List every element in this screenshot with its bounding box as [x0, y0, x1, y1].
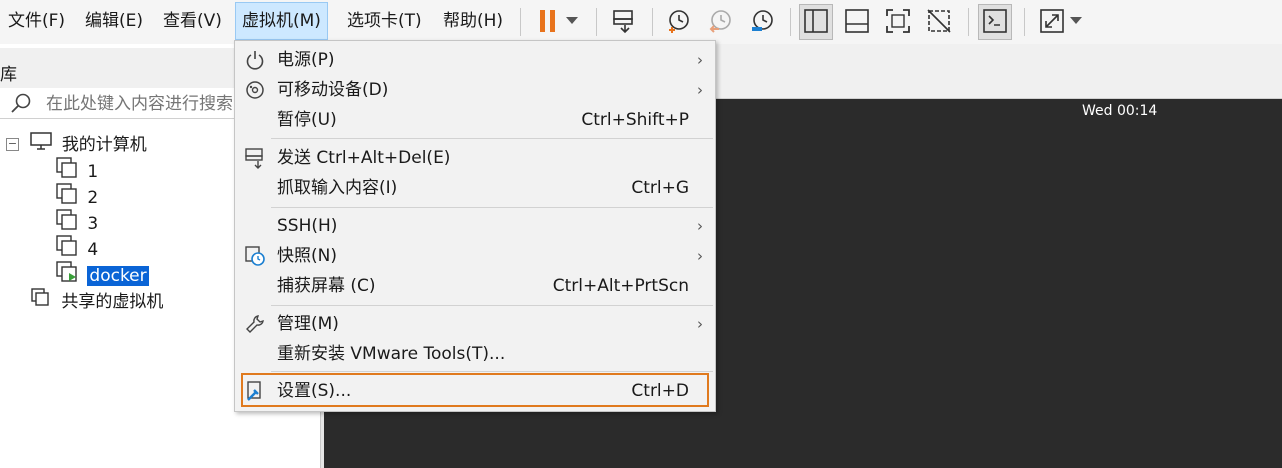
menu-separator: [271, 305, 713, 306]
settings-icon: [243, 379, 267, 403]
toolbar-separator: [596, 8, 597, 36]
menu-item-label: 抓取输入内容(I): [277, 178, 398, 198]
removable-device-icon: [243, 78, 267, 102]
tree-label: 我的计算机: [61, 134, 147, 155]
menu-item-removable-devices[interactable]: 可移动设备(D) ›: [235, 75, 715, 105]
menu-item-reinstall-vmware-tools[interactable]: 重新安装 VMware Tools(T)...: [235, 339, 715, 369]
pause-icon[interactable]: [534, 7, 562, 35]
submenu-arrow-icon: ›: [697, 51, 703, 69]
library-view-icon[interactable]: [802, 7, 830, 35]
menu-separator: [271, 138, 713, 139]
menu-item-label: 暂停(U): [277, 110, 337, 130]
menu-item-label: 快照(N): [277, 246, 337, 266]
vm-icon: [56, 157, 78, 186]
submenu-arrow-icon: ›: [697, 217, 703, 235]
menu-item-snapshot[interactable]: 快照(N) ›: [235, 241, 715, 271]
send-keys-icon: [243, 146, 267, 170]
send-ctrl-alt-del-icon[interactable]: [610, 7, 638, 35]
tree-item-vm-docker[interactable]: docker: [56, 261, 149, 286]
menu-item-power[interactable]: 电源(P) ›: [235, 45, 715, 75]
menu-item-send-ctrl-alt-del[interactable]: 发送 Ctrl+Alt+Del(E): [235, 143, 715, 173]
tree-label: 2: [87, 187, 99, 208]
tree-item-vm-1[interactable]: 1: [56, 157, 99, 182]
menu-file[interactable]: 文件(F): [2, 2, 71, 40]
submenu-arrow-icon: ›: [697, 81, 703, 99]
search-icon: [10, 92, 32, 119]
menu-item-label: 发送 Ctrl+Alt+Del(E): [277, 148, 451, 168]
unity-icon[interactable]: [925, 7, 953, 35]
tree-item-vm-4[interactable]: 4: [56, 235, 99, 260]
snapshot-revert-icon[interactable]: [706, 7, 734, 35]
computer-icon: [30, 132, 53, 157]
tree-label-selected: docker: [87, 265, 149, 286]
snapshot-take-icon[interactable]: [664, 7, 692, 35]
vm-icon: [56, 209, 78, 238]
collapse-icon[interactable]: −: [6, 138, 19, 151]
snapshot-manager-icon[interactable]: [748, 7, 776, 35]
toolbar-separator: [520, 8, 521, 36]
tree-label: 4: [87, 239, 99, 260]
menu-separator: [271, 207, 713, 208]
vm-clock: Wed 00:14: [1082, 103, 1158, 119]
tree-item-shared-vms[interactable]: 共享的虚拟机: [30, 287, 164, 312]
menu-tabs[interactable]: 选项卡(T): [341, 2, 428, 40]
menu-edit[interactable]: 编辑(E): [79, 2, 149, 40]
menu-item-label: 可移动设备(D): [277, 80, 389, 100]
menu-item-label: 重新安装 VMware Tools(T)...: [277, 344, 506, 364]
shared-vm-icon: [30, 287, 52, 316]
menu-item-shortcut: Ctrl+D: [631, 381, 689, 401]
tree-item-vm-2[interactable]: 2: [56, 183, 99, 208]
vm-menu-dropdown: 电源(P) › 可移动设备(D) › 暂停(U) Ctrl+Shift+P 发送…: [234, 40, 716, 412]
menu-item-label: 电源(P): [277, 50, 335, 70]
dropdown-arrow-icon[interactable]: [562, 7, 582, 35]
menu-item-manage[interactable]: 管理(M) ›: [235, 309, 715, 339]
menu-separator: [271, 371, 713, 372]
vm-icon: [56, 235, 78, 264]
menu-view[interactable]: 查看(V): [157, 2, 228, 40]
power-icon: [243, 48, 267, 72]
tree-item-my-computer[interactable]: − 我的计算机: [6, 132, 147, 156]
toolbar-separator: [790, 8, 791, 36]
thumbnail-bar-icon[interactable]: [843, 7, 871, 35]
wrench-icon: [243, 312, 267, 336]
menu-help[interactable]: 帮助(H): [437, 2, 509, 40]
search-input[interactable]: [44, 92, 248, 116]
tree-label: 1: [87, 161, 99, 182]
snapshot-icon: [243, 244, 267, 268]
toolbar-separator: [652, 8, 653, 36]
vm-running-icon: [56, 261, 78, 290]
tree-item-vm-3[interactable]: 3: [56, 209, 99, 234]
menu-item-shortcut: Ctrl+Alt+PrtScn: [552, 276, 689, 296]
menu-item-capture-screen[interactable]: 捕获屏幕 (C) Ctrl+Alt+PrtScn: [235, 271, 715, 301]
menu-item-label: SSH(H): [277, 216, 338, 236]
fullscreen-icon[interactable]: [884, 7, 912, 35]
toolbar-separator: [968, 8, 969, 36]
tree-label: 共享的虚拟机: [61, 291, 164, 312]
stretch-view-icon[interactable]: [1038, 7, 1066, 35]
menu-item-label: 设置(S)...: [277, 381, 352, 401]
menu-item-settings[interactable]: 设置(S)... Ctrl+D: [235, 376, 715, 406]
library-title: 库: [0, 65, 17, 85]
menu-item-grab-input[interactable]: 抓取输入内容(I) Ctrl+G: [235, 173, 715, 203]
menu-item-shortcut: Ctrl+Shift+P: [581, 110, 689, 130]
submenu-arrow-icon: ›: [697, 247, 703, 265]
menu-item-ssh[interactable]: SSH(H) ›: [235, 211, 715, 241]
menu-item-label: 管理(M): [277, 314, 339, 334]
tree-label: 3: [87, 213, 99, 234]
submenu-arrow-icon: ›: [697, 315, 703, 333]
menu-vm[interactable]: 虚拟机(M): [235, 2, 328, 40]
menu-item-pause[interactable]: 暂停(U) Ctrl+Shift+P: [235, 105, 715, 135]
vm-icon: [56, 183, 78, 212]
menu-item-label: 捕获屏幕 (C): [277, 276, 376, 296]
console-view-icon[interactable]: [981, 7, 1009, 35]
menu-item-shortcut: Ctrl+G: [631, 178, 689, 198]
menu-bar: 文件(F) 编辑(E) 查看(V) 虚拟机(M) 选项卡(T) 帮助(H): [0, 0, 1282, 44]
dropdown-arrow-icon[interactable]: [1066, 7, 1086, 35]
toolbar-separator: [1024, 8, 1025, 36]
